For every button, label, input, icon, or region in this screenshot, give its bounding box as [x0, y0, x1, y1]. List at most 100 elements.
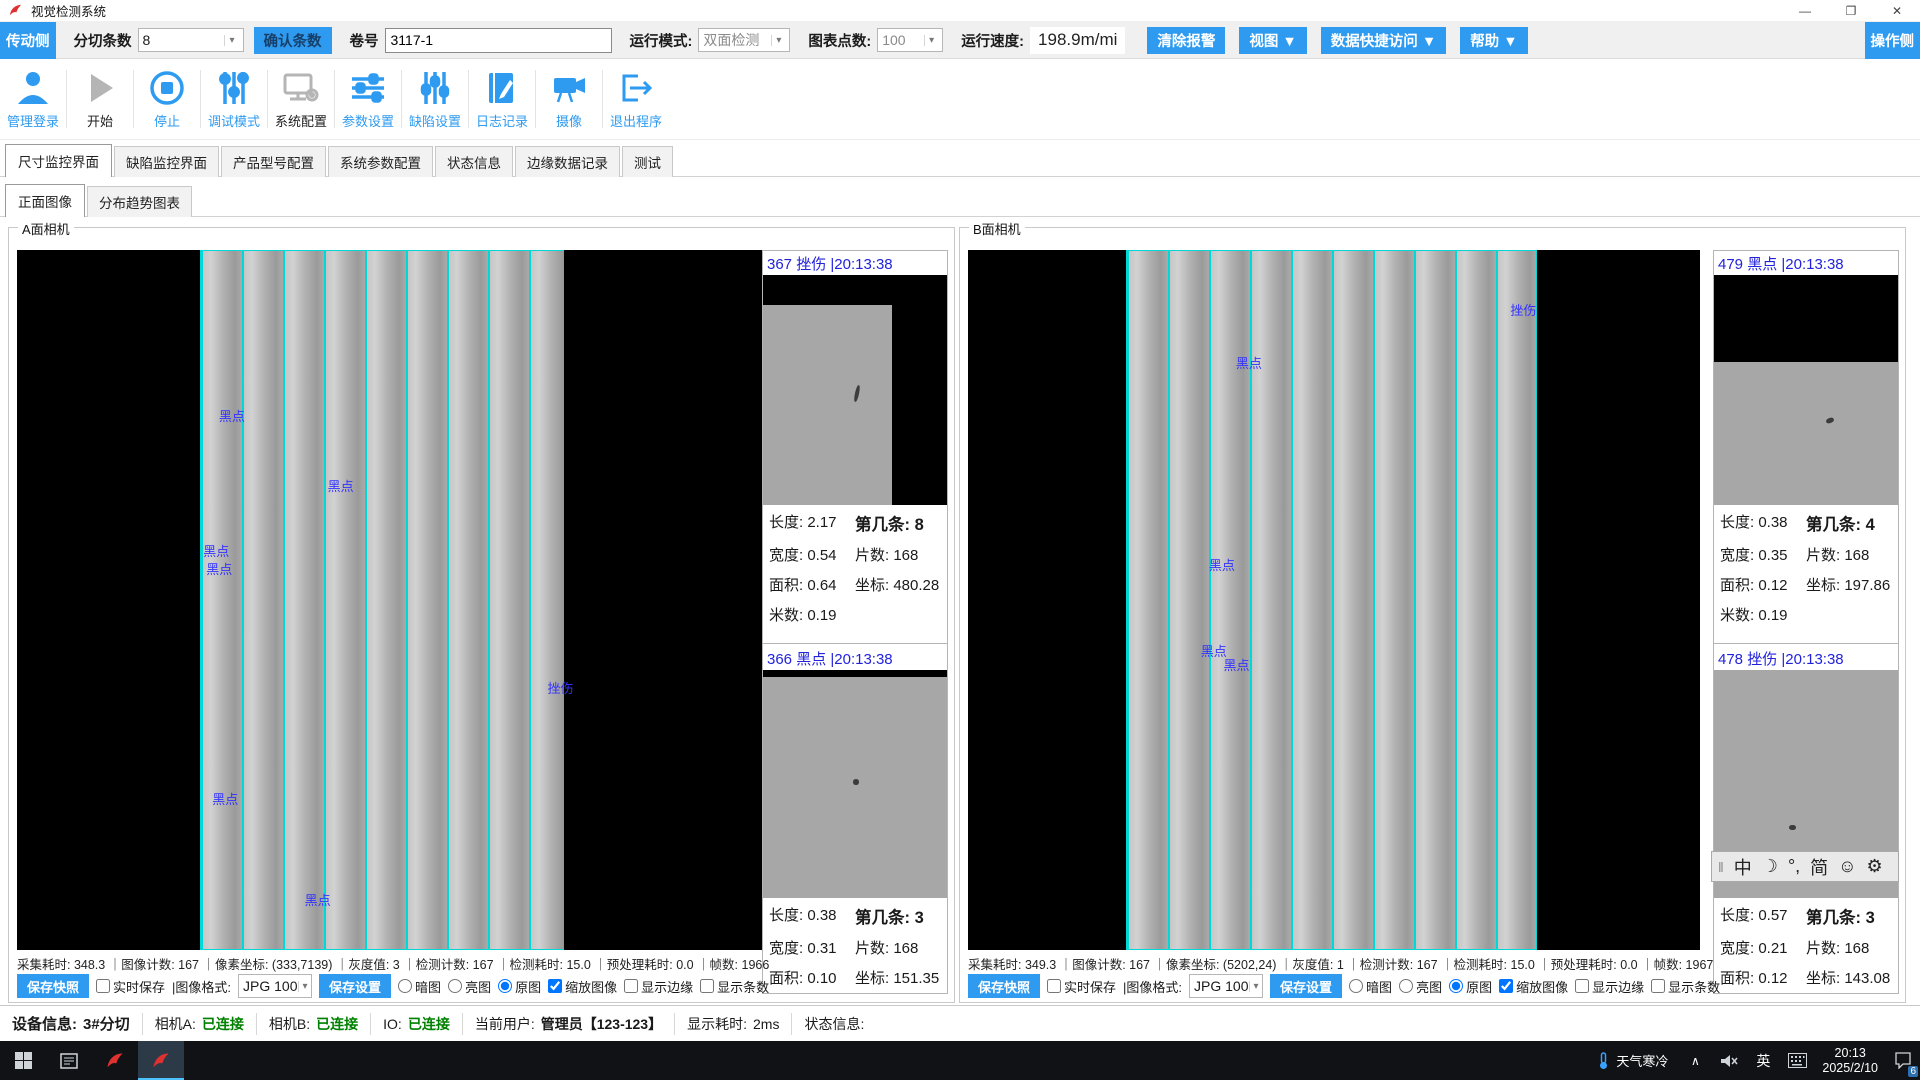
main-tab-2[interactable]: 产品型号配置: [221, 146, 326, 177]
save-settings-button[interactable]: 保存设置: [1270, 974, 1342, 998]
defect-card[interactable]: 478 挫伤 |20:13:38 长度: 0.57第几条: 3宽度: 0.21片…: [1714, 643, 1898, 994]
realtime-save-checkbox-input[interactable]: [96, 979, 110, 993]
show-strips-checkbox-input[interactable]: [1651, 979, 1665, 993]
zoom-image-checkbox-input[interactable]: [548, 979, 562, 993]
show-edge-checkbox[interactable]: 显示边缘: [624, 977, 693, 996]
defect-card[interactable]: 479 黑点 |20:13:38 长度: 0.38第几条: 4宽度: 0.35片…: [1714, 251, 1898, 629]
toolbar-button-defect-settings[interactable]: 缺陷设置: [402, 68, 468, 130]
main-tab-0[interactable]: 尺寸监控界面: [5, 144, 112, 177]
toolbar-button-camera[interactable]: 摄像: [536, 68, 602, 130]
toolbar-button-debug-mode[interactable]: 调试模式: [201, 68, 267, 130]
weather-tray-item[interactable]: 天气寒冷: [1587, 1051, 1678, 1070]
defect-card[interactable]: 367 挫伤 |20:13:38 长度: 2.17第几条: 8宽度: 0.54片…: [763, 251, 947, 629]
ime-halfmoon-icon[interactable]: ☽: [1762, 856, 1778, 877]
original-image-radio-input[interactable]: [498, 979, 512, 993]
volume-muted-icon[interactable]: [1712, 1041, 1746, 1080]
camera-b-strips: [1126, 250, 1537, 950]
realtime-save-checkbox-input[interactable]: [1047, 979, 1061, 993]
ime-settings-gear-icon[interactable]: ⚙: [1867, 856, 1883, 877]
ime-emoji-icon[interactable]: ☺: [1838, 856, 1856, 877]
image-format-select[interactable]: JPG 100▾: [1189, 974, 1263, 998]
toolbar-button-user[interactable]: 管理登录: [0, 68, 66, 130]
save-snapshot-button[interactable]: 保存快照: [17, 974, 89, 998]
defect-card[interactable]: 366 黑点 |20:13:38 长度: 0.38第几条: 3宽度: 0.31片…: [763, 643, 947, 994]
help-menu-button[interactable]: 帮助 ▼: [1460, 27, 1527, 54]
pinned-app-icon[interactable]: [92, 1041, 138, 1080]
bright-image-radio-input[interactable]: [1399, 979, 1413, 993]
toolbar-button-system-config[interactable]: 系统配置: [268, 68, 334, 130]
bright-image-radio[interactable]: 亮图: [448, 977, 491, 996]
show-strips-checkbox[interactable]: 显示条数: [700, 977, 769, 996]
drive-side-button[interactable]: 传动侧: [0, 22, 56, 59]
sub-tab-0[interactable]: 正面图像: [5, 184, 85, 217]
original-image-radio-input[interactable]: [1449, 979, 1463, 993]
minimize-button[interactable]: —: [1782, 0, 1828, 21]
realtime-save-checkbox[interactable]: 实时保存: [1047, 977, 1116, 996]
defect-image-label: 黑点: [1236, 353, 1262, 372]
clock-tray-item[interactable]: 20:13 2025/2/10: [1814, 1046, 1886, 1076]
roll-number-input[interactable]: [385, 28, 612, 53]
start-button[interactable]: [0, 1041, 46, 1080]
main-tab-1[interactable]: 缺陷监控界面: [114, 146, 219, 177]
clear-alarm-button[interactable]: 清除报警: [1147, 27, 1225, 54]
run-mode-select[interactable]: 双面检测 ▾: [698, 28, 790, 52]
confirm-count-button[interactable]: 确认条数: [254, 27, 332, 54]
dark-image-radio-input[interactable]: [398, 979, 412, 993]
ime-punctuation-icon[interactable]: °,: [1788, 856, 1800, 877]
toolbar-button-play[interactable]: 开始: [67, 68, 133, 130]
ime-language-bar[interactable]: ‖ 中 ☽ °, 简 ☺ ⚙: [1711, 851, 1899, 882]
show-edge-checkbox-input[interactable]: [1575, 979, 1589, 993]
close-button[interactable]: ✕: [1874, 0, 1920, 21]
sub-tab-1[interactable]: 分布趋势图表: [87, 186, 192, 217]
defect-field: 宽度: 0.21: [1720, 937, 1806, 958]
realtime-save-checkbox-label: 实时保存: [113, 977, 165, 996]
maximize-button[interactable]: ❐: [1828, 0, 1874, 21]
show-edge-checkbox-input[interactable]: [624, 979, 638, 993]
original-image-radio[interactable]: 原图: [1449, 977, 1492, 996]
main-tab-3[interactable]: 系统参数配置: [328, 146, 433, 177]
slit-count-select[interactable]: 8 ▾: [138, 28, 244, 52]
view-menu-button[interactable]: 视图 ▼: [1239, 27, 1306, 54]
ime-simplified-icon[interactable]: 简: [1810, 854, 1828, 880]
image-format-select[interactable]: JPG 100▾: [238, 974, 312, 998]
original-image-radio[interactable]: 原图: [498, 977, 541, 996]
defect-field: 面积: 0.10: [769, 967, 855, 988]
io-conn-status: 已连接: [408, 1014, 450, 1034]
toolbar-button-log[interactable]: 日志记录: [469, 68, 535, 130]
save-settings-button[interactable]: 保存设置: [319, 974, 391, 998]
operator-side-button[interactable]: 操作侧: [1865, 22, 1920, 59]
original-image-radio-label: 原图: [1466, 977, 1492, 996]
save-snapshot-button[interactable]: 保存快照: [968, 974, 1040, 998]
show-hidden-icons-button[interactable]: ∧: [1678, 1041, 1712, 1080]
bright-image-radio-input[interactable]: [448, 979, 462, 993]
defect-image-label: 黑点: [219, 406, 245, 425]
ime-lang-chinese[interactable]: 中: [1734, 854, 1752, 880]
running-app-icon[interactable]: [138, 1041, 184, 1080]
show-edge-checkbox[interactable]: 显示边缘: [1575, 977, 1644, 996]
dark-image-radio[interactable]: 暗图: [398, 977, 441, 996]
show-strips-checkbox[interactable]: 显示条数: [1651, 977, 1720, 996]
zoom-image-checkbox[interactable]: 缩放图像: [548, 977, 617, 996]
taskbar: 天气寒冷 ∧ 英 20:13 2025/2/10 6: [0, 1041, 1920, 1080]
main-tab-5[interactable]: 边缘数据记录: [515, 146, 620, 177]
touch-keyboard-icon[interactable]: [1780, 1041, 1814, 1080]
dark-image-radio[interactable]: 暗图: [1349, 977, 1392, 996]
ime-grip-handle[interactable]: ‖: [1718, 859, 1724, 875]
toolbar-button-exit[interactable]: 退出程序: [603, 68, 669, 130]
notification-center-button[interactable]: 6: [1886, 1041, 1920, 1080]
bright-image-radio[interactable]: 亮图: [1399, 977, 1442, 996]
dark-image-radio-input[interactable]: [1349, 979, 1363, 993]
toolbar-button-param-settings[interactable]: 参数设置: [335, 68, 401, 130]
main-tab-4[interactable]: 状态信息: [435, 146, 513, 177]
chart-points-select[interactable]: 100 ▾: [877, 28, 943, 52]
toolbar-button-stop[interactable]: 停止: [134, 68, 200, 130]
data-quick-access-button[interactable]: 数据快捷访问 ▼: [1321, 27, 1446, 54]
task-view-button[interactable]: [46, 1041, 92, 1080]
realtime-save-checkbox[interactable]: 实时保存: [96, 977, 165, 996]
main-tab-6[interactable]: 测试: [622, 146, 673, 177]
toolbar-button-label: 退出程序: [610, 111, 662, 130]
show-strips-checkbox-input[interactable]: [700, 979, 714, 993]
ime-language-tray[interactable]: 英: [1746, 1041, 1780, 1080]
zoom-image-checkbox-input[interactable]: [1499, 979, 1513, 993]
zoom-image-checkbox[interactable]: 缩放图像: [1499, 977, 1568, 996]
